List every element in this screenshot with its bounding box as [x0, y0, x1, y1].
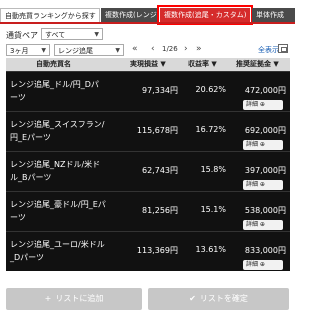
- row-name: レンジ追尾_スイスフラン/円_Eパーツ: [10, 120, 105, 142]
- header-margin[interactable]: 推奨証拠金 ▼: [236, 58, 279, 71]
- detail-button[interactable]: 詳細 ⊕: [243, 100, 283, 110]
- strategy-table: 自動売買名 実現損益 ▼ 収益率 ▼ 推奨証拠金 ▼ レンジ追尾_ドル/円_Dパ…: [6, 58, 290, 271]
- type-select[interactable]: レンジ追尾 ▼: [54, 44, 124, 56]
- page-indicator: 1/26: [162, 45, 178, 53]
- table-row[interactable]: レンジ追尾_ドル/円_Dパーツ 97,334円 20.62% 472,000円 …: [6, 71, 290, 111]
- table-row[interactable]: レンジ追尾_ユーロ/米ドル_Dパーツ 113,369円 13.61% 833,0…: [6, 231, 290, 271]
- chevron-down-icon: ▼: [41, 47, 46, 54]
- type-select-value: レンジ追尾: [58, 47, 93, 55]
- period-select-value: 3ヶ月: [10, 47, 29, 55]
- table-row[interactable]: レンジ追尾_豪ドル/円_Eパーツ 81,256円 15.1% 538,000円 …: [6, 191, 290, 231]
- table-header: 自動売買名 実現損益 ▼ 収益率 ▼ 推奨証拠金 ▼: [6, 58, 290, 71]
- check-icon: ✔: [189, 294, 196, 303]
- row-pnl: 115,678円: [136, 126, 178, 135]
- row-name: レンジ追尾_ドル/円_Dパーツ: [10, 80, 99, 102]
- detail-button[interactable]: 詳細 ⊕: [243, 220, 283, 230]
- row-margin: 538,000円: [244, 206, 286, 215]
- row-rate: 20.62%: [195, 85, 226, 94]
- row-pnl: 113,369円: [136, 246, 178, 255]
- show-all-link[interactable]: 全表示: [258, 45, 279, 55]
- table-row[interactable]: レンジ追尾_NZドル/米ドル_Bパーツ 62,743円 15.8% 397,00…: [6, 151, 290, 191]
- prev-page-button[interactable]: ‹: [151, 44, 155, 54]
- row-name: レンジ追尾_NZドル/米ドル_Bパーツ: [10, 160, 101, 182]
- row-margin: 397,000円: [244, 166, 286, 175]
- row-rate: 15.8%: [200, 165, 226, 174]
- header-pnl[interactable]: 実現損益 ▼: [130, 58, 166, 71]
- add-to-list-label: リストに追加: [55, 294, 104, 303]
- next-page-button[interactable]: ›: [184, 44, 188, 54]
- tab-underline: [0, 22, 295, 24]
- row-margin: 833,000円: [244, 246, 286, 255]
- confirm-list-label: リストを確定: [199, 294, 248, 303]
- pair-select-value: すべて: [45, 31, 66, 39]
- tab-bar: 自動売買ランキングから探す 複数作成(レンジ) 複数作成(追尾・カスタム) 単体…: [0, 0, 295, 26]
- table-row[interactable]: レンジ追尾_スイスフラン/円_Eパーツ 115,678円 16.72% 692,…: [6, 111, 290, 151]
- row-rate: 13.61%: [195, 245, 226, 254]
- last-page-button[interactable]: »: [196, 44, 202, 54]
- row-margin: 472,000円: [244, 86, 286, 95]
- first-page-button[interactable]: «: [132, 44, 138, 54]
- pair-label: 通貨ペア: [6, 31, 38, 40]
- detail-button[interactable]: 詳細 ⊕: [243, 140, 283, 150]
- period-select[interactable]: 3ヶ月 ▼: [6, 44, 50, 56]
- row-pnl: 81,256円: [142, 206, 178, 215]
- row-pnl: 97,334円: [142, 86, 178, 95]
- header-name[interactable]: 自動売買名: [36, 58, 71, 71]
- tab-ranking[interactable]: 自動売買ランキングから探す: [0, 8, 100, 22]
- chevron-down-icon: ▼: [94, 31, 99, 38]
- expand-icon[interactable]: [278, 44, 288, 53]
- row-pnl: 62,743円: [142, 166, 178, 175]
- add-to-list-button[interactable]: + リストに追加: [6, 288, 142, 310]
- detail-button[interactable]: 詳細 ⊕: [243, 260, 283, 270]
- tab-multi-trail-custom[interactable]: 複数作成(追尾・カスタム): [157, 5, 253, 25]
- confirm-list-button[interactable]: ✔ リストを確定: [148, 288, 289, 310]
- tab-multi-range[interactable]: 複数作成(レンジ): [101, 8, 159, 22]
- detail-button[interactable]: 詳細 ⊕: [243, 180, 283, 190]
- row-name: レンジ追尾_ユーロ/米ドル_Dパーツ: [10, 240, 105, 262]
- chevron-down-icon: ▼: [115, 47, 120, 54]
- header-rate[interactable]: 収益率 ▼: [188, 58, 217, 71]
- row-name: レンジ追尾_豪ドル/円_Eパーツ: [10, 200, 106, 222]
- pair-select[interactable]: すべて ▼: [41, 28, 103, 40]
- tab-single[interactable]: 単体作成: [252, 8, 295, 22]
- row-rate: 16.72%: [195, 125, 226, 134]
- row-margin: 692,000円: [244, 126, 286, 135]
- plus-icon: +: [44, 294, 52, 303]
- row-rate: 15.1%: [200, 205, 226, 214]
